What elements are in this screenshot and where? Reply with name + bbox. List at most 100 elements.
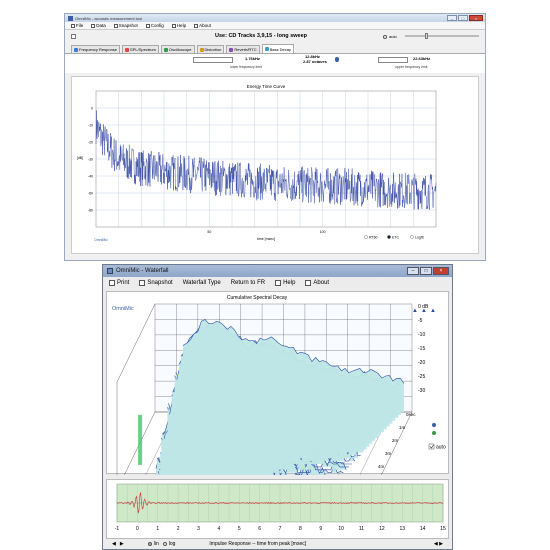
- waterfall-db-tick: -10: [418, 332, 425, 338]
- waterfall-db-tick: -20: [418, 360, 425, 366]
- etc-y-tick: -60: [88, 209, 93, 213]
- log-radio[interactable]: log: [162, 541, 175, 547]
- auto-radio[interactable]: auto: [383, 34, 397, 39]
- waterfall-time-tick: 1m: [399, 425, 406, 430]
- etc-xlabel: time [msec]: [257, 237, 275, 241]
- camera-icon: [139, 280, 146, 286]
- menu-item-about[interactable]: About: [194, 23, 211, 28]
- etc-radio-label: Logfit: [415, 236, 424, 240]
- scroll-left-icon[interactable]: ◀: [112, 541, 116, 547]
- menu-item-help[interactable]: Help: [275, 280, 295, 286]
- etc-y-tick: -50: [88, 192, 93, 196]
- octaves-value: 2.87 octaves: [303, 59, 327, 64]
- tab-label: SPL/Spectrum: [130, 47, 156, 52]
- file-icon: [71, 23, 75, 28]
- upper-frequency-slider[interactable]: [378, 57, 408, 63]
- window-controls: – □ ×: [407, 267, 449, 275]
- tab-reverb-rtc[interactable]: Reverb/RTC: [226, 45, 260, 53]
- impulse-x-tick: 1: [156, 526, 159, 532]
- menu-item-data[interactable]: Data: [91, 23, 106, 28]
- impulse-x-tick: 8: [299, 526, 302, 532]
- maximize-button[interactable]: □: [420, 267, 432, 275]
- measurement-title-row: Use: CD Tracks 3,9,15 - long sweep auto: [65, 30, 485, 43]
- waterfall-db-tick: -25: [418, 374, 425, 380]
- tab-label: Frequency Response: [79, 47, 118, 52]
- rotate-icon[interactable]: [432, 431, 436, 435]
- impulse-x-tick: -1: [115, 526, 120, 532]
- gear-icon: [145, 23, 150, 28]
- menu-item-label: Help: [283, 280, 296, 286]
- menu-item-label: Config: [150, 23, 164, 28]
- menu-item-help[interactable]: Help: [171, 23, 187, 28]
- waterfall-chart: Cumulative Spectral DecayOmniMic 0 dB-5-1…: [112, 295, 446, 496]
- tab-oscilloscope[interactable]: Oscilloscope: [160, 45, 195, 53]
- impulse-x-tick: 0: [136, 526, 139, 532]
- impulse-x-tick: 7: [279, 526, 282, 532]
- waterfall-brand: OmniMic: [112, 306, 134, 312]
- tilt-icon[interactable]: [432, 423, 436, 427]
- tab-icon: [229, 47, 234, 52]
- menu-item-label: About: [199, 23, 211, 28]
- scroll-right-icon[interactable]: ▶: [120, 541, 124, 547]
- maximize-button[interactable]: □: [458, 15, 468, 21]
- close-button[interactable]: ×: [469, 15, 483, 21]
- tab-frequency-response[interactable]: Frequency Response: [71, 45, 121, 53]
- impulse-x-tick: 3: [197, 526, 200, 532]
- zoom-arrow-icon[interactable]: ▲: [430, 308, 436, 314]
- tab-icon: [163, 47, 168, 52]
- menu-item-waterfall-type[interactable]: Waterfall Type: [183, 280, 221, 286]
- minimize-button[interactable]: –: [407, 267, 419, 275]
- top-window-titlebar[interactable]: OmniMic - acoustic measurement tool – □ …: [65, 14, 485, 22]
- tab-spl-spectrum[interactable]: SPL/Spectrum: [122, 45, 159, 53]
- waterfall-db-tick: -15: [418, 346, 425, 352]
- menu-item-about[interactable]: About: [305, 280, 329, 286]
- waterfall-db-tick: -5: [418, 318, 423, 324]
- zoom-arrow-icon[interactable]: ▲: [412, 308, 418, 314]
- waterfall-plot-frame: Cumulative Spectral Decay OmniMic 0 dB -5 -1…: [106, 291, 449, 496]
- menu-item-snapshot[interactable]: Snapshot: [139, 280, 173, 286]
- tab-label: Distortion: [204, 47, 222, 52]
- tab-distortion[interactable]: Distortion: [196, 45, 225, 53]
- close-button[interactable]: ×: [433, 267, 449, 275]
- scroll-right-end-icon[interactable]: ◀ ▶: [434, 541, 443, 547]
- impulse-x-tick: 11: [359, 526, 364, 532]
- lower-frequency-slider[interactable]: [193, 57, 233, 63]
- top-window: OmniMic - acoustic measurement tool – □ …: [64, 13, 486, 261]
- tab-bar: Frequency Response SPL/Spectrum Oscillosco…: [65, 43, 485, 53]
- minimize-button[interactable]: –: [447, 15, 457, 21]
- menu-item-file[interactable]: File: [71, 23, 83, 28]
- impulse-x-tick: 10: [338, 526, 344, 532]
- impulse-x-tick: 2: [177, 526, 180, 532]
- impulse-x-tick: 15: [440, 526, 446, 532]
- menu-item-print[interactable]: Print: [109, 280, 129, 286]
- menu-item-label: Help: [176, 23, 187, 28]
- etc-radio-etc[interactable]: [387, 235, 391, 239]
- etc-radio-logfit[interactable]: [410, 235, 414, 239]
- menu-item-return-to-fr[interactable]: Return to FR: [231, 280, 265, 286]
- waterfall-titlebar[interactable]: OmniMic - Waterfall – □ ×: [103, 265, 452, 277]
- menu-item-label: File: [76, 23, 84, 28]
- scale-slider[interactable]: [405, 33, 479, 39]
- zoom-arrow-icon[interactable]: ▲: [421, 308, 427, 314]
- impulse-x-tick: 4: [217, 526, 220, 532]
- impulse-x-tick: 9: [319, 526, 322, 532]
- etc-y-tick: -20: [88, 141, 93, 145]
- etc-y-tick: -10: [88, 124, 93, 128]
- etc-y-tick: 0: [91, 107, 93, 111]
- app-icon: [68, 15, 73, 21]
- impulse-controls: ◀ ▶ lin log Impulse Response -- time fro…: [106, 539, 449, 549]
- upper-frequency-value: 22.63kHz: [413, 56, 431, 61]
- waterfall-window: OmniMic - Waterfall – □ × Print Snapshot W…: [102, 264, 453, 550]
- top-menu-bar: File Data Snapshot Config Help About: [65, 22, 485, 30]
- etc-x-tick: 100: [320, 230, 326, 234]
- menu-item-snapshot[interactable]: Snapshot: [113, 23, 138, 28]
- pin-icon[interactable]: [71, 34, 76, 39]
- waterfall-time-tick: 4m: [378, 464, 385, 469]
- etc-radio-rt60[interactable]: [364, 235, 368, 239]
- tab-bass-decay[interactable]: Bass Decay: [261, 44, 294, 53]
- lin-radio[interactable]: lin: [147, 541, 159, 547]
- menu-item-config[interactable]: Config: [145, 23, 164, 28]
- lock-icon[interactable]: [335, 57, 339, 62]
- top-window-title: OmniMic - acoustic measurement tool: [75, 15, 143, 21]
- camera-icon: [113, 23, 118, 28]
